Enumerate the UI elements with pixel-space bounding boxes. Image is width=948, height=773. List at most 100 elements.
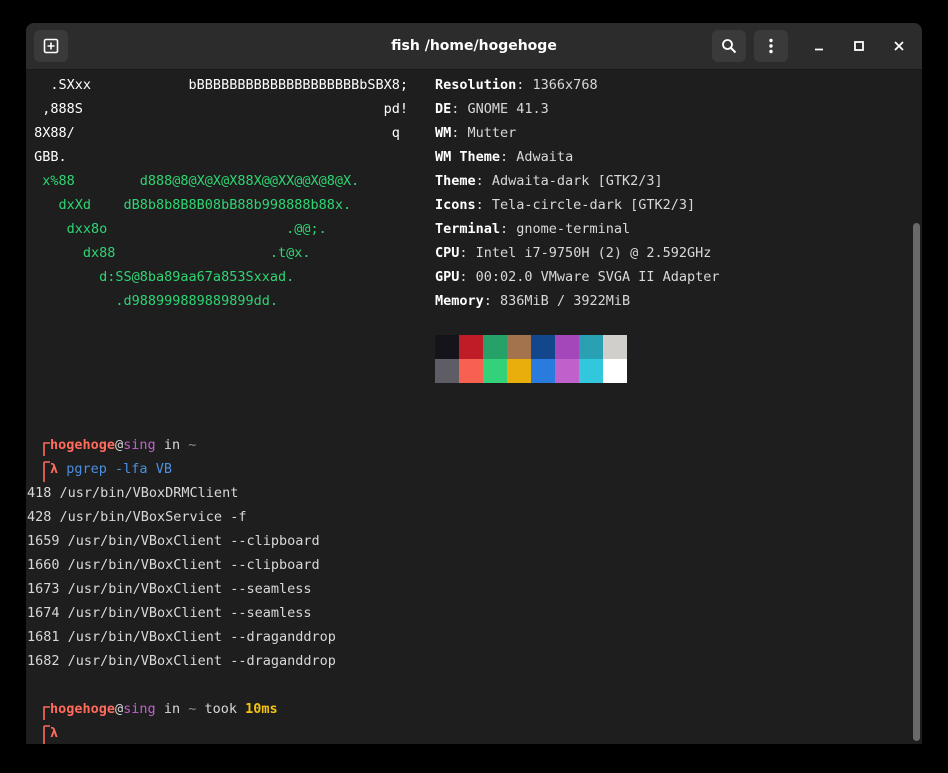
output-line: 1674 /usr/bin/VBoxClient --seamless <box>27 605 312 621</box>
logo-line: dxx8o .@@;. <box>26 221 327 237</box>
sysinfo-row: WM Theme: Adwaita <box>435 149 574 165</box>
logo-line: x%88 d888@8@X@X@X88X@@XX@@X@8@X. <box>26 173 360 189</box>
scrollbar[interactable] <box>913 223 920 741</box>
terminal-content[interactable]: .SXxx bBBBBBBBBBBBBBBBBBBBBbSBX8; ,888S … <box>26 70 910 744</box>
prompt-user: hogehoge <box>50 437 116 453</box>
output-line: 1681 /usr/bin/VBoxClient --draganddrop <box>27 629 336 645</box>
sysinfo-row: Terminal: gnome-terminal <box>435 221 631 237</box>
prompt-line: hogehoge@sing in ~ took 10ms <box>50 697 278 721</box>
prompt-at: @ <box>115 701 124 717</box>
sysinfo-value: gnome-terminal <box>516 221 631 237</box>
command-line[interactable]: λ <box>50 721 58 744</box>
prompt-host: sing <box>123 701 156 717</box>
sysinfo-row: Resolution: 1366x768 <box>435 77 598 93</box>
logo-line: 8X88/ q <box>26 125 400 141</box>
search-button[interactable] <box>712 30 746 62</box>
sysinfo-key: CPU <box>435 245 460 261</box>
palette-swatch <box>579 335 603 359</box>
output-line: 428 /usr/bin/VBoxService -f <box>27 509 247 525</box>
sysinfo-row: Memory: 836MiB / 3922MiB <box>435 293 631 309</box>
output-line: 1660 /usr/bin/VBoxClient --clipboard <box>27 557 320 573</box>
sysinfo-row: Theme: Adwaita-dark [GTK2/3] <box>435 173 663 189</box>
output-line: 418 /usr/bin/VBoxDRMClient <box>27 485 239 501</box>
logo-line: dxXd dB8b8b8B8B08bB88b998888b88x. <box>26 197 352 213</box>
prompt-at: @ <box>115 437 124 453</box>
palette-swatch <box>603 335 627 359</box>
new-tab-icon <box>43 38 59 54</box>
prompt-user: hogehoge <box>50 701 116 717</box>
maximize-button[interactable] <box>846 33 872 59</box>
command-args: -lfa VB <box>106 461 172 477</box>
prompt-took: took <box>196 701 246 717</box>
logo-line: .SXxx bBBBBBBBBBBBBBBBBBBBBbSBX8; <box>26 77 409 93</box>
sysinfo-row: GPU: 00:02.0 VMware SVGA II Adapter <box>435 269 720 285</box>
prompt-in: in <box>155 437 189 453</box>
prompt-box-icon <box>43 706 50 744</box>
minimize-icon <box>815 48 823 51</box>
palette-swatch <box>579 359 603 383</box>
logo-line: GBB. <box>26 149 67 165</box>
prompt-host: sing <box>123 437 156 453</box>
sysinfo-key: Memory <box>435 293 484 309</box>
prompt-line: hogehoge@sing in ~ <box>50 433 196 457</box>
sysinfo-key: WM <box>435 125 452 141</box>
kebab-menu-icon <box>769 38 773 54</box>
close-icon <box>894 41 904 51</box>
sysinfo-row: WM: Mutter <box>435 125 517 141</box>
lambda-prompt: λ <box>50 725 59 741</box>
logo-line: .d988999889889899dd. <box>26 293 278 309</box>
sysinfo-row: CPU: Intel i7-9750H (2) @ 2.592GHz <box>435 245 712 261</box>
sysinfo-value: 1366x768 <box>532 77 598 93</box>
new-tab-button[interactable] <box>34 30 68 62</box>
prompt-box-icon <box>43 442 50 482</box>
prompt-dir: ~ <box>188 437 197 453</box>
menu-button[interactable] <box>754 30 788 62</box>
sysinfo-key: Icons <box>435 197 476 213</box>
output-line: 1673 /usr/bin/VBoxClient --seamless <box>27 581 312 597</box>
palette-swatch <box>483 359 507 383</box>
output-line: 1659 /usr/bin/VBoxClient --clipboard <box>27 533 320 549</box>
sysinfo-value: Intel i7-9750H (2) @ 2.592GHz <box>475 245 712 261</box>
minimize-button[interactable] <box>806 33 832 59</box>
logo-line: dx88 .t@x. <box>26 245 311 261</box>
palette-swatch <box>459 359 483 383</box>
logo-line: ,888S pd! <box>26 101 409 117</box>
sysinfo-key: Theme <box>435 173 476 189</box>
palette-swatch <box>459 335 483 359</box>
maximize-icon <box>854 41 864 51</box>
sysinfo-key: DE <box>435 101 452 117</box>
sysinfo-row: DE: GNOME 41.3 <box>435 101 549 117</box>
palette-swatch <box>531 359 555 383</box>
sysinfo-value: GNOME 41.3 <box>467 101 549 117</box>
command-name: pgrep <box>66 461 107 477</box>
close-button[interactable] <box>886 33 912 59</box>
command-duration: 10ms <box>245 701 278 717</box>
sysinfo-value: Tela-circle-dark [GTK2/3] <box>491 197 696 213</box>
palette-swatch <box>435 335 459 359</box>
sysinfo-key: GPU <box>435 269 460 285</box>
sysinfo-key: Resolution <box>435 77 517 93</box>
sysinfo-value: Adwaita <box>516 149 574 165</box>
sysinfo-value: 00:02.0 VMware SVGA II Adapter <box>475 269 720 285</box>
logo-line: d:SS@8ba89aa67a853Sxxad. <box>26 269 295 285</box>
palette-swatch <box>555 335 579 359</box>
prompt-in: in <box>155 701 189 717</box>
terminal-window: fish /home/hogehoge .SXxx bBBBBBBBBBBBBB… <box>26 23 922 744</box>
sysinfo-key: WM Theme <box>435 149 501 165</box>
sysinfo-key: Terminal <box>435 221 501 237</box>
sysinfo-value: Adwaita-dark [GTK2/3] <box>491 173 663 189</box>
output-line: 1682 /usr/bin/VBoxClient --draganddrop <box>27 653 336 669</box>
sysinfo-value: Mutter <box>467 125 517 141</box>
sysinfo-row: Icons: Tela-circle-dark [GTK2/3] <box>435 197 696 213</box>
lambda-prompt: λ <box>50 461 59 477</box>
palette-swatch <box>555 359 579 383</box>
sysinfo-value: 836MiB / 3922MiB <box>500 293 631 309</box>
palette-swatch <box>435 359 459 383</box>
command-line: λ pgrep -lfa VB <box>50 457 172 481</box>
search-icon <box>722 39 737 54</box>
palette-swatch <box>603 359 627 383</box>
palette-swatch <box>483 335 507 359</box>
palette-swatch <box>507 359 531 383</box>
titlebar: fish /home/hogehoge <box>26 23 922 70</box>
palette-swatch <box>507 335 531 359</box>
